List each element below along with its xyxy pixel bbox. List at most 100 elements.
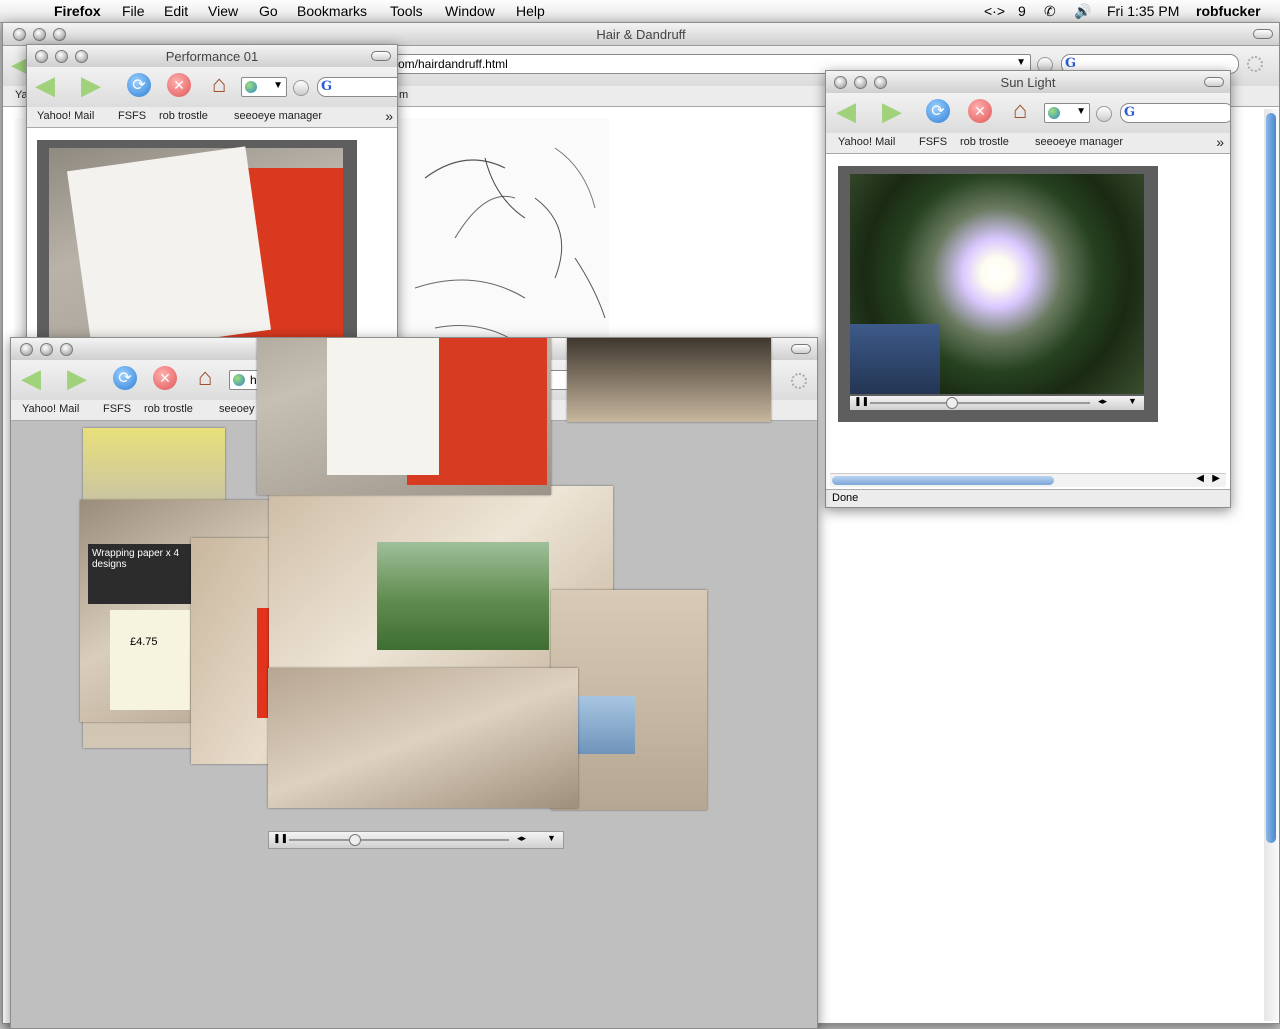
sun-horizontal-scrollbar[interactable]: ◀ ▶ [830,473,1226,487]
phone-icon[interactable]: ✆ [1044,3,1056,20]
bookmark-fsfs[interactable]: FSFS [103,403,131,415]
back-button[interactable]: ◀ [832,97,860,125]
forward-button[interactable]: ▶ [878,97,906,125]
building-shape [850,324,940,394]
sun-toolbar: ◀ ▶ ⟳ ✕ ⌂ ▼ G [826,93,1230,133]
bookmark-yahoo-mail[interactable]: Yahoo! Mail [838,136,895,148]
scrubber-knob[interactable] [349,834,361,846]
search-field[interactable]: G [1120,103,1230,123]
menu-view[interactable]: View [208,3,238,19]
menu-tools[interactable]: Tools [390,3,423,19]
close-button[interactable] [20,343,33,356]
search-field[interactable]: G [317,77,397,97]
url-field[interactable]: ▼ [1044,103,1090,123]
throbber-icon [1247,56,1263,72]
throbber-icon [791,373,807,389]
status-code-icon[interactable]: <·> [984,3,1005,19]
scroll-right-icon[interactable]: ▶ [1212,473,1220,484]
collage-window: ◀ ▶ ⟳ ✕ ⌂ h Yahoo! Mail FSFS rob trostle… [10,337,818,1029]
collage-photo-hands [268,668,578,808]
bookmark-rob-trostle[interactable]: rob trostle [144,403,193,415]
bookmark-yahoo-mail[interactable]: Yahoo! Mail [22,403,79,415]
bookmark-partial-right[interactable]: m [399,89,408,101]
sun-light-window: Sun Light ◀ ▶ ⟳ ✕ ⌂ ▼ G Yahoo! Mail FSFS… [825,70,1231,508]
bookmark-rob-trostle[interactable]: rob trostle [960,136,1009,148]
menu-window[interactable]: Window [445,3,495,19]
url-dropdown-icon[interactable]: ▼ [273,80,283,91]
menu-help[interactable]: Help [516,3,545,19]
back-button[interactable]: ◀ [31,71,59,99]
back-button[interactable]: ◀ [17,364,45,392]
volume-menu-icon[interactable]: ▼ [547,833,556,843]
menu-file[interactable]: File [122,3,145,19]
bookmark-seeoeye-manager[interactable]: seeoeye manager [234,110,322,122]
volume-icon[interactable]: 🔊 [1074,3,1091,20]
home-button[interactable]: ⌂ [1006,97,1034,125]
toolbar-toggle-button[interactable] [791,344,811,354]
bookmarks-overflow-button[interactable]: » [385,108,393,124]
menu-bookmarks[interactable]: Bookmarks [297,3,367,19]
perf-video-image [49,146,343,345]
home-button[interactable]: ⌂ [205,71,233,99]
bookmark-seeoeye-manager[interactable]: seeoey [219,403,254,415]
collage-photo-sheet [257,338,551,495]
main-titlebar: Hair & Dandruff [3,23,1279,46]
sun-video-image [850,174,1144,394]
scrubber-knob[interactable] [946,397,958,409]
toolbar-toggle-button[interactable] [1253,29,1273,39]
step-icon[interactable]: ◂▸ [517,833,526,844]
bookmark-seeoeye-manager[interactable]: seeoeye manager [1035,136,1123,148]
zoom-button[interactable] [60,343,73,356]
home-button[interactable]: ⌂ [191,364,219,392]
collage-photo-top [567,338,771,422]
bookmark-fsfs[interactable]: FSFS [118,110,146,122]
bookmark-yahoo-mail[interactable]: Yahoo! Mail [37,110,94,122]
sheet-paper [327,338,439,475]
pause-icon[interactable]: ❚❚ [854,396,869,407]
sun-video-frame: ❚❚ ◂▸ ▼ [838,166,1158,422]
sun-scroll-thumb[interactable] [832,476,1054,485]
volume-menu-icon[interactable]: ▼ [1128,396,1137,406]
url-field[interactable]: ▼ [241,77,287,97]
google-icon: G [1124,105,1136,120]
performance-window: Performance 01 ◀ ▶ ⟳ ✕ ⌂ ▼ G Yahoo! Mail… [26,44,398,346]
reload-button[interactable]: ⟳ [125,71,153,99]
go-button[interactable] [1096,106,1112,122]
bookmark-fsfs[interactable]: FSFS [919,136,947,148]
go-button[interactable] [293,80,309,96]
main-scroll-thumb[interactable] [1266,113,1276,843]
window-title: Sun Light [1000,75,1056,90]
menu-clock[interactable]: Fri 1:35 PM [1107,3,1179,19]
reload-button[interactable]: ⟳ [924,97,952,125]
wrapping-paper-label: Wrapping paper x 4 designs [88,544,198,604]
stop-button[interactable]: ✕ [151,364,179,392]
google-icon: G [321,79,333,94]
sun-titlebar: Sun Light [826,71,1230,94]
url-dropdown-icon[interactable]: ▼ [1016,57,1026,68]
toolbar-toggle-button[interactable] [1204,77,1224,87]
toolbar-toggle-button[interactable] [371,51,391,61]
bookmarks-overflow-button[interactable]: » [1216,134,1224,150]
google-icon: G [1065,56,1077,71]
url-dropdown-icon[interactable]: ▼ [1076,106,1086,117]
menu-edit[interactable]: Edit [164,3,188,19]
scroll-left-icon[interactable]: ◀ [1196,473,1204,484]
reload-button[interactable]: ⟳ [111,364,139,392]
bookmark-rob-trostle[interactable]: rob trostle [159,110,208,122]
menu-app-name[interactable]: Firefox [54,3,101,19]
stop-button[interactable]: ✕ [966,97,994,125]
menu-go[interactable]: Go [259,3,278,19]
forward-button[interactable]: ▶ [77,71,105,99]
video-scrubber[interactable] [870,402,1090,404]
pause-icon[interactable]: ❚❚ [273,833,288,844]
video-controller: ❚❚ ◂▸ ▼ [850,396,1144,410]
forward-button[interactable]: ▶ [63,364,91,392]
main-vertical-scrollbar[interactable] [1264,109,1279,1021]
minimize-button[interactable] [40,343,53,356]
status-nine-icon[interactable]: 9 [1018,3,1026,19]
window-title: Performance 01 [165,49,259,64]
video-scrubber[interactable] [289,839,509,841]
stop-button[interactable]: ✕ [165,71,193,99]
step-icon[interactable]: ◂▸ [1098,396,1107,407]
menu-user[interactable]: robfucker [1196,3,1261,19]
